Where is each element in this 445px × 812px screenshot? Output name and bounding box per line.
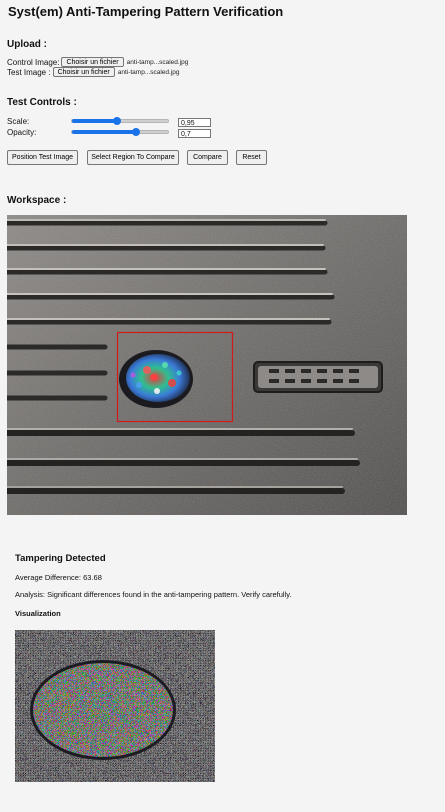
scale-slider[interactable] (71, 117, 169, 125)
control-image-file-button[interactable]: Choisir un fichier (61, 57, 124, 67)
control-image-filename: anti-tamp...scaled.jpg (126, 58, 189, 66)
workspace-canvas[interactable] (7, 215, 407, 515)
test-image-label: Test Image : (7, 67, 51, 77)
scale-label: Scale: (7, 117, 30, 126)
analysis-text: Analysis: Significant differences found … (15, 590, 292, 599)
test-image-filename: anti-tamp...scaled.jpg (117, 68, 180, 76)
opacity-value-input[interactable]: 0,7 (178, 129, 211, 138)
opacity-slider[interactable] (71, 128, 169, 136)
position-test-image-button[interactable]: Position Test Image (7, 150, 78, 165)
average-difference: Average Difference: 63.68 (15, 573, 102, 582)
page-title: Syst(em) Anti-Tampering Pattern Verifica… (8, 4, 284, 19)
result-title: Tampering Detected (15, 553, 106, 564)
difference-map (15, 630, 215, 782)
compare-button[interactable]: Compare (187, 150, 228, 165)
scale-slider-thumb[interactable] (113, 117, 122, 125)
opacity-label: Opacity: (7, 128, 37, 137)
select-region-button[interactable]: Select Region To Compare (87, 150, 179, 165)
reset-button[interactable]: Reset (236, 150, 267, 165)
test-controls-heading: Test Controls : (7, 97, 77, 108)
test-image-row: Test Image : Choisir un fichier anti-tam… (7, 67, 180, 77)
visualization-heading: Visualization (15, 609, 61, 618)
opacity-slider-fill (72, 130, 137, 134)
visualization-image (15, 630, 215, 782)
workspace-photo (7, 215, 407, 515)
control-image-label: Control Image: (7, 57, 60, 67)
workspace-heading: Workspace : (7, 195, 67, 206)
test-image-file-button[interactable]: Choisir un fichier (52, 67, 115, 77)
upload-heading: Upload : (7, 39, 47, 50)
scale-slider-fill (72, 119, 118, 123)
opacity-slider-thumb[interactable] (132, 128, 141, 136)
control-image-row: Control Image: Choisir un fichier anti-t… (7, 57, 188, 67)
scale-value-input[interactable]: 0,95 (178, 118, 211, 127)
